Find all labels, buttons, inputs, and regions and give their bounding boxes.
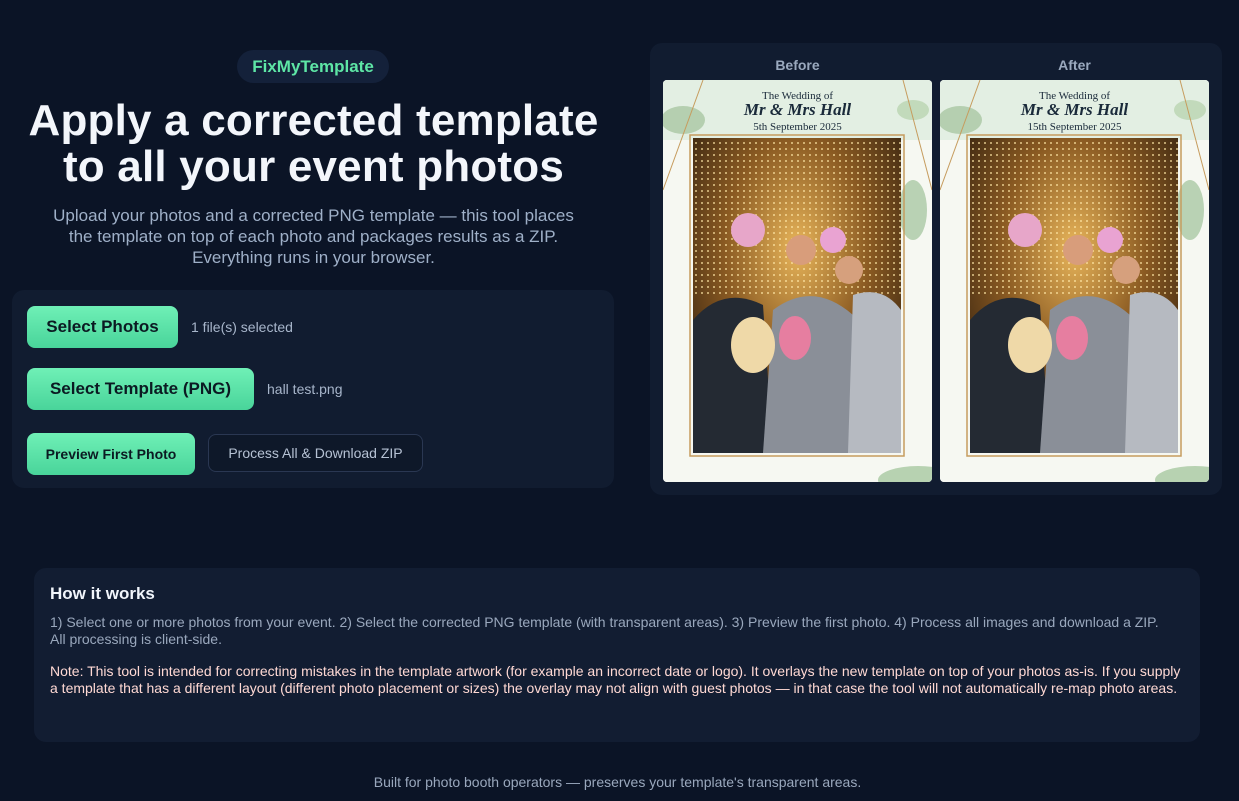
subtitle-line-2: the template on top of each photo and pa… bbox=[68, 227, 559, 246]
after-preview-image: The Wedding of Mr & Mrs Hall 15th Septem… bbox=[940, 80, 1209, 482]
wedding-template-graphic bbox=[940, 80, 1209, 482]
title-line-1: Apply a corrected template bbox=[28, 96, 599, 145]
subtitle-line-3: Everything runs in your browser. bbox=[192, 248, 435, 267]
template-filename: hall test.png bbox=[267, 381, 343, 397]
card-line-3: 15th September 2025 bbox=[1027, 121, 1122, 133]
how-it-works-note: Note: This tool is intended for correcti… bbox=[50, 663, 1181, 696]
subtitle-line-1: Upload your photos and a corrected PNG t… bbox=[53, 206, 574, 225]
how-it-works-title: How it works bbox=[50, 584, 155, 603]
wedding-template-graphic bbox=[663, 80, 932, 482]
title-line-2: to all your event photos bbox=[62, 142, 565, 191]
card-line-3: 5th September 2025 bbox=[753, 121, 842, 133]
card-line-2: Mr & Mrs Hall bbox=[743, 100, 852, 119]
card-line-2: Mr & Mrs Hall bbox=[1020, 100, 1129, 119]
footer-text: Built for photo booth operators — preser… bbox=[373, 774, 862, 790]
page-subtitle: Upload your photos and a corrected PNG t… bbox=[17, 205, 610, 268]
photos-status: 1 file(s) selected bbox=[191, 319, 293, 335]
how-it-works-panel: How it works 1) Select one or more photo… bbox=[34, 568, 1200, 742]
after-label: After bbox=[1058, 57, 1091, 73]
process-all-download-zip-button[interactable]: Process All & Download ZIP bbox=[208, 434, 423, 472]
brand-badge: FixMyTemplate bbox=[237, 50, 389, 83]
page-title: Apply a corrected template to all your e… bbox=[0, 98, 627, 190]
how-it-works-steps: 1) Select one or more photos from your e… bbox=[50, 614, 1159, 647]
before-preview-image: The Wedding of Mr & Mrs Hall 5th Septemb… bbox=[663, 80, 932, 482]
select-photos-button[interactable]: Select Photos bbox=[27, 306, 178, 348]
preview-first-photo-button[interactable]: Preview First Photo bbox=[27, 433, 195, 475]
select-template-button[interactable]: Select Template (PNG) bbox=[27, 368, 254, 410]
before-label: Before bbox=[775, 57, 820, 73]
